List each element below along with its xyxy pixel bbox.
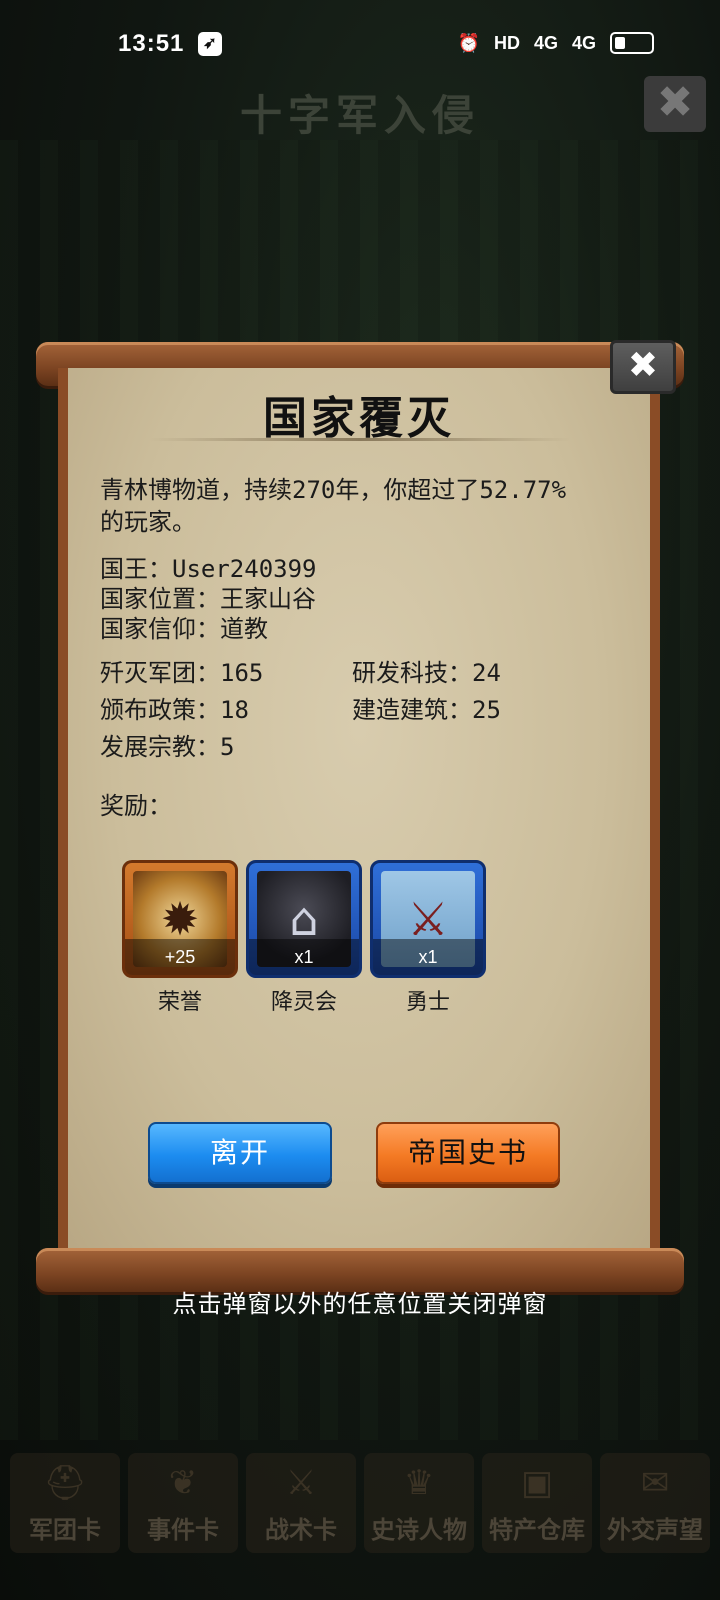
hd-icon: HD	[493, 32, 520, 53]
nav-item-diplomacy[interactable]: ✉ 外交声望	[600, 1453, 710, 1553]
reward-count: +25	[125, 939, 235, 975]
nav-label: 战术卡	[265, 1516, 337, 1544]
nav-item-tactic-cards[interactable]: ⚔ 战术卡	[246, 1453, 356, 1553]
alarm-icon: ⏰	[457, 32, 480, 53]
reward-card: ✹ +25	[122, 860, 238, 978]
reward-item-seance[interactable]: ⌂ x1 降灵会	[246, 860, 362, 1016]
stat-buildings: 建造建筑：25	[352, 696, 501, 724]
king-info: 国王：User240399	[100, 555, 317, 583]
reward-item-honor[interactable]: ✹ +25 荣誉	[122, 860, 238, 1016]
stat-policies: 颁布政策：18	[100, 696, 249, 724]
nav-item-legion-cards[interactable]: ⛑ 军团卡	[10, 1453, 120, 1553]
reward-name: 降灵会	[270, 990, 337, 1015]
app-notification-icon: ➶	[198, 32, 222, 56]
nation-summary: 青林博物道，持续270年，你超过了52.77%的玩家。	[100, 476, 567, 536]
crown-icon: ♛	[403, 1463, 435, 1503]
status-bar: 13:51 ➶ ⏰ HD 4G 4G	[0, 0, 720, 90]
reward-count: x1	[373, 939, 483, 975]
reward-name: 荣誉	[157, 990, 202, 1015]
leave-button[interactable]: 离开	[148, 1122, 332, 1184]
reward-card: ⚔ x1	[370, 860, 486, 978]
chest-icon: ▣	[520, 1463, 554, 1503]
reward-card: ⌂ x1	[246, 860, 362, 978]
reward-count: x1	[249, 939, 359, 975]
letter-icon: ✉	[640, 1463, 670, 1503]
reward-item-warrior[interactable]: ⚔ x1 勇士	[370, 860, 486, 1016]
nav-label: 特产仓库	[489, 1516, 585, 1544]
nav-item-epic-figures[interactable]: ♛ 史诗人物	[364, 1453, 474, 1553]
stat-religion: 发展宗教：5	[100, 733, 235, 761]
dialog-title: 国家覆灭	[263, 393, 455, 444]
nav-item-specialty-warehouse[interactable]: ▣ 特产仓库	[482, 1453, 592, 1553]
helmet-icon: ⛑	[43, 1463, 87, 1503]
dismiss-hint: 点击弹窗以外的任意位置关闭弹窗	[172, 1290, 548, 1318]
stat-destroyed-legions: 歼灭军团：165	[100, 659, 264, 687]
close-icon[interactable]: ✖	[644, 76, 706, 132]
battery-icon	[610, 32, 654, 54]
title-divider	[150, 438, 570, 441]
game-screen-title: 十字军入侵	[239, 91, 480, 140]
nav-label: 军团卡	[29, 1516, 101, 1544]
nav-label: 事件卡	[147, 1516, 219, 1544]
nav-item-event-cards[interactable]: ❦ 事件卡	[128, 1453, 238, 1553]
empire-history-button[interactable]: 帝国史书	[376, 1122, 560, 1184]
reward-name: 勇士	[405, 990, 450, 1015]
nav-label: 外交声望	[607, 1516, 703, 1544]
stat-research: 研发科技：24	[352, 659, 501, 687]
crossed-swords-icon: ⚔	[285, 1463, 317, 1503]
nav-label: 史诗人物	[371, 1516, 467, 1544]
rewards-label: 奖励：	[100, 792, 172, 820]
status-time: 13:51	[118, 30, 185, 57]
signal-4g-icon: 4G	[571, 32, 596, 53]
status-icons: ⏰ HD 4G 4G	[458, 32, 654, 54]
scroll-icon: ❦	[168, 1463, 198, 1503]
bottom-nav: ⛑ 军团卡 ❦ 事件卡 ⚔ 战术卡 ♛ 史诗人物 ▣ 特产仓库 ✉ 外交声望	[0, 1448, 720, 1558]
signal-4g-icon: 4G	[533, 32, 558, 53]
faith-info: 国家信仰：道教	[100, 615, 268, 643]
location-info: 国家位置：王家山谷	[100, 585, 316, 613]
